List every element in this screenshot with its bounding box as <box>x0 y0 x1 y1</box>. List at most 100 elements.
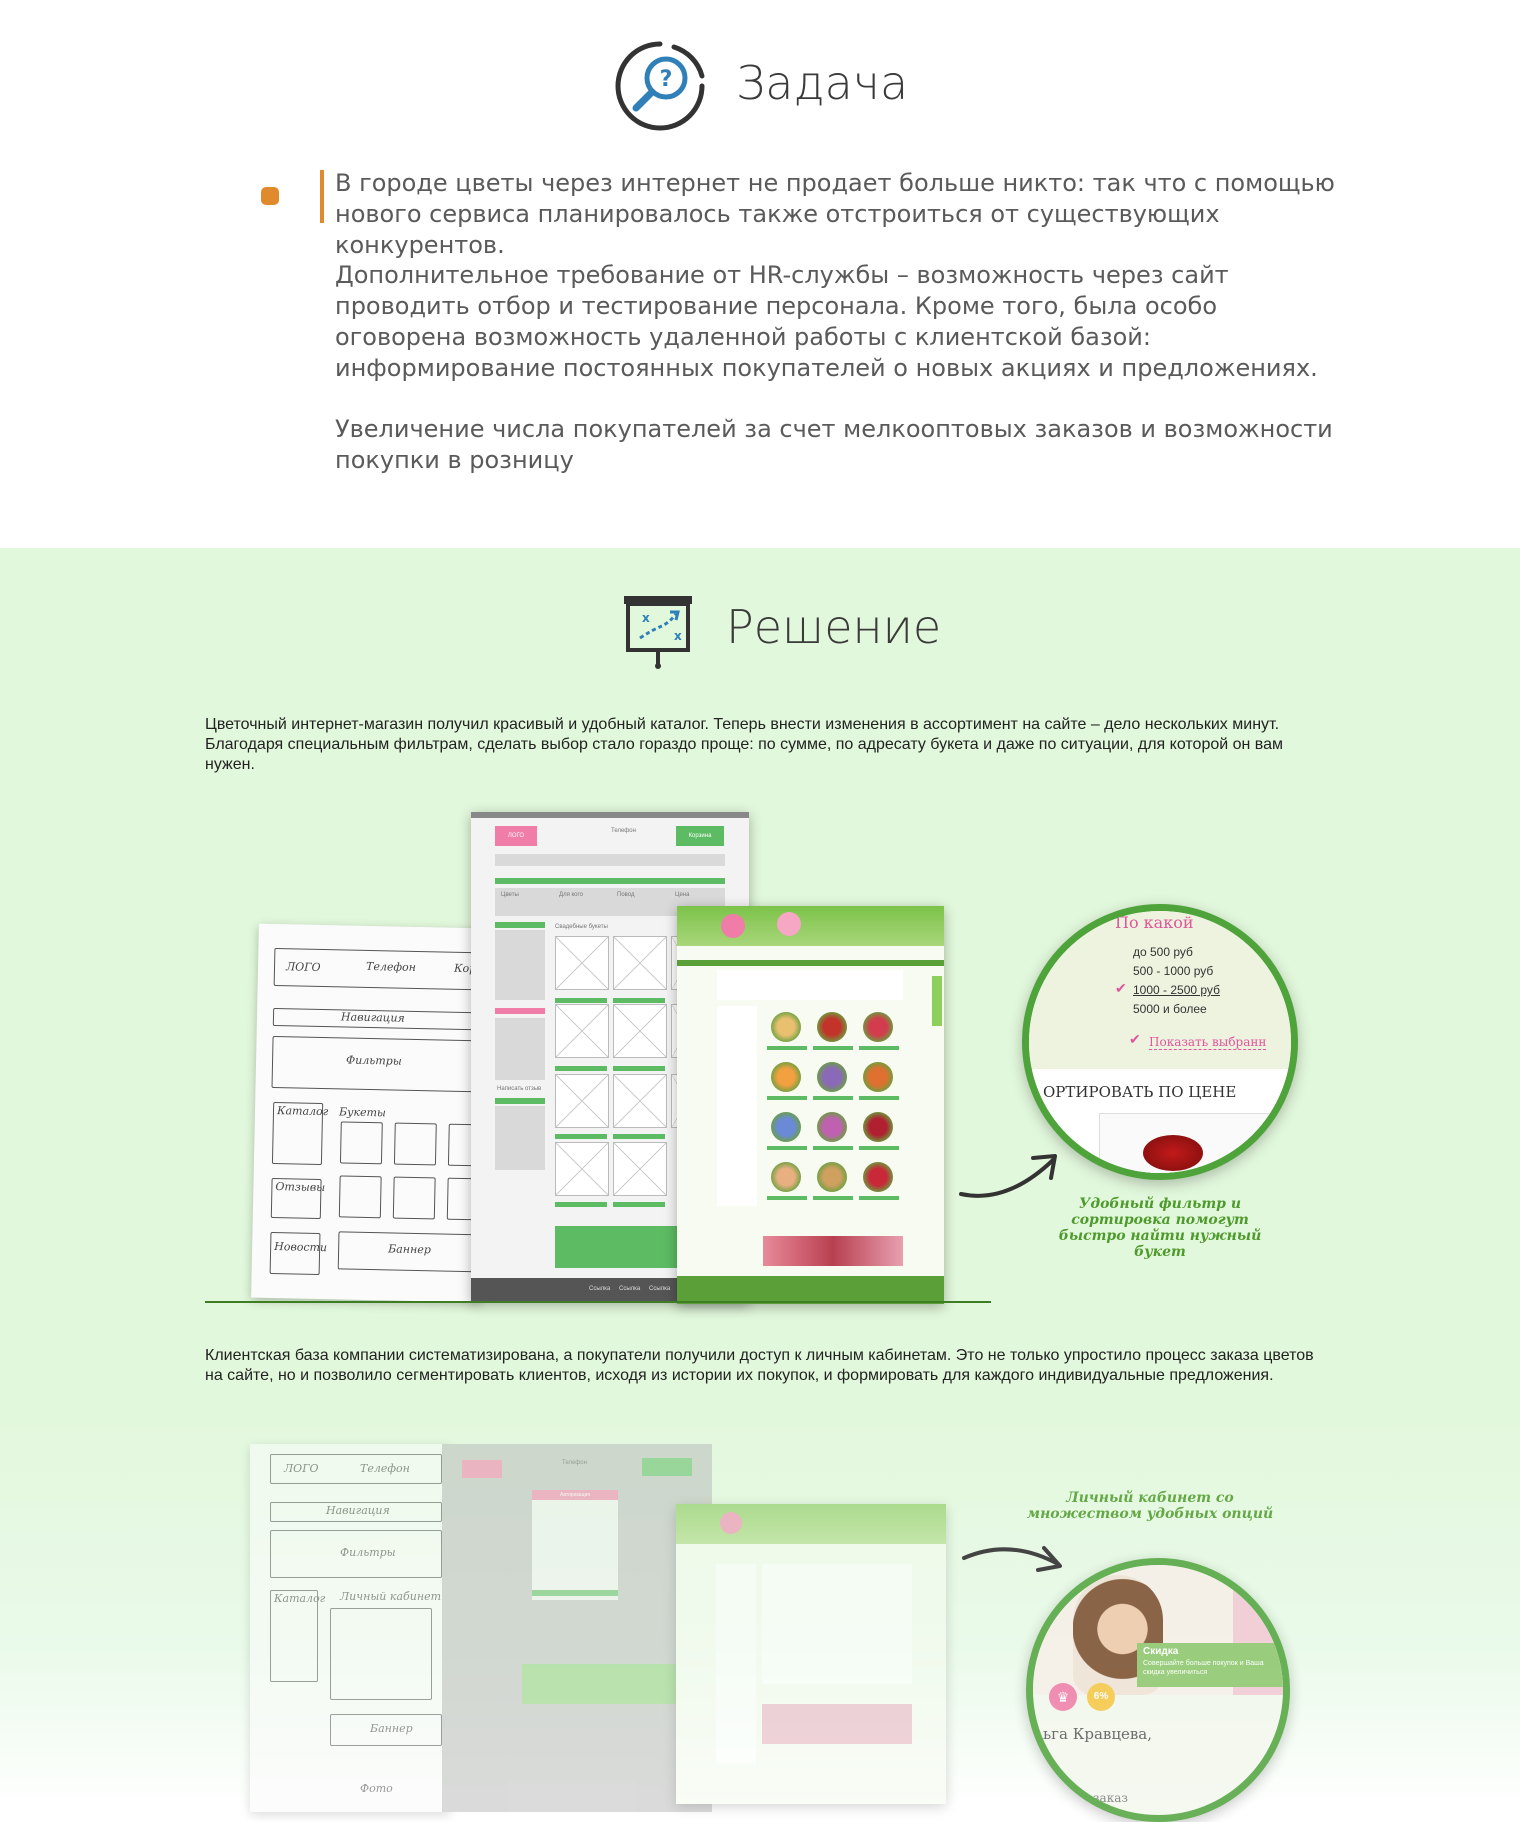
quote-bar <box>320 170 324 223</box>
wire-section-title: Свадебные букеты <box>555 924 608 930</box>
add-to-cart-bar[interactable] <box>859 1096 899 1100</box>
sketch-label-bouquets: Букеты <box>338 1105 387 1120</box>
add-to-cart-bar[interactable] <box>767 1196 807 1200</box>
wireframe-page-2: Телефон Авторизация <box>442 1444 712 1812</box>
price-option[interactable]: 5000 и более <box>1133 1002 1207 1016</box>
design-mockup-2 <box>676 1504 946 1804</box>
auth-popup-title: Авторизация <box>532 1490 618 1500</box>
task-section: ? Задача В городе цветы через интернет н… <box>0 0 1520 548</box>
check-icon: ✔ <box>1115 980 1127 996</box>
wire-filter-label: Цветы <box>501 892 519 898</box>
sketch2-label-nav: Навигация <box>326 1504 390 1517</box>
show-selected-link[interactable]: Показать выбранн <box>1149 1035 1267 1050</box>
wire-image-placeholder <box>555 1074 609 1128</box>
bouquet-thumbnail[interactable] <box>771 1012 801 1042</box>
wire-image-placeholder <box>555 1142 609 1196</box>
sketch-label-filters: Фильтры <box>345 1053 402 1068</box>
solution-title: Решение <box>726 600 942 654</box>
bouquet-thumbnail[interactable] <box>863 1162 893 1192</box>
wire-cart: Корзина <box>676 826 724 846</box>
order-label: заказ <box>1093 1791 1128 1805</box>
sketch2-label-photo: Фото <box>360 1782 393 1795</box>
svg-text:x: x <box>642 611 650 625</box>
bouquet-thumbnail[interactable] <box>863 1012 893 1042</box>
mockup-group-2: ЛОГО Телефон Навигация Фильтры Каталог Л… <box>250 1444 970 1812</box>
sketch-item-box <box>338 1175 382 1219</box>
bouquet-thumbnail[interactable] <box>771 1112 801 1142</box>
sketch-item-box <box>392 1176 436 1220</box>
auth-popup: Авторизация <box>532 1490 618 1600</box>
task-paragraph-2: Дополнительное требование от HR-службы –… <box>335 261 1318 382</box>
sketch-wireframe-1: ЛОГО Телефон Корз Навигация Фильтры Ката… <box>251 923 487 1303</box>
wire-image-placeholder <box>613 1142 667 1196</box>
sketch-label-banner: Баннер <box>388 1242 431 1257</box>
add-to-cart-bar[interactable] <box>813 1196 853 1200</box>
zoom-filter-heading: По какой <box>1115 913 1194 932</box>
price-option[interactable]: 500 - 1000 руб <box>1133 964 1213 978</box>
add-to-cart-bar[interactable] <box>767 1096 807 1100</box>
sketch-label-phone: Телефон <box>365 959 417 974</box>
bouquet-thumbnail[interactable] <box>817 1112 847 1142</box>
sort-by-price-label[interactable]: ОРТИРОВАТЬ ПО ЦЕНЕ <box>1043 1083 1236 1101</box>
add-to-cart-bar[interactable] <box>813 1096 853 1100</box>
wire-logo: ЛОГО <box>495 826 537 846</box>
sketch2-label-filters: Фильтры <box>340 1546 396 1559</box>
discount-percent-badge: 6% <box>1087 1683 1115 1711</box>
task-paragraph-1: В городе цветы через интернет не продает… <box>335 169 1335 259</box>
sketch-label-logo: ЛОГО <box>285 960 321 974</box>
svg-text:?: ? <box>660 67 673 92</box>
wire-footer-link: Ссылка <box>619 1286 641 1292</box>
design-footer <box>677 1276 944 1304</box>
price-option[interactable]: до 500 руб <box>1133 945 1193 959</box>
check-icon: ✔ <box>1129 1031 1141 1047</box>
add-to-cart-bar[interactable] <box>859 1196 899 1200</box>
add-to-cart-bar[interactable] <box>859 1146 899 1150</box>
wire-filter-label: Для кого <box>559 892 583 898</box>
bouquet-thumbnail[interactable] <box>771 1162 801 1192</box>
bouquet-thumbnail[interactable] <box>817 1012 847 1042</box>
design-banner <box>763 1236 903 1266</box>
sketch-label-news: Новости <box>274 1240 328 1255</box>
design-mockup-1 <box>677 906 944 1304</box>
design-header <box>677 906 944 946</box>
price-option-selected[interactable]: 1000 - 2500 руб <box>1133 983 1220 997</box>
bullet-marker <box>261 187 279 205</box>
solution-paragraph-1: Цветочный интернет-магазин получил краси… <box>205 716 1284 773</box>
bouquet-thumbnail[interactable] <box>771 1062 801 1092</box>
bouquet-thumbnail[interactable] <box>863 1112 893 1142</box>
sketch-label-reviews: Отзывы <box>275 1180 326 1195</box>
discount-title: Скидка <box>1143 1646 1179 1657</box>
bouquet-thumbnail[interactable] <box>863 1062 893 1092</box>
wire-phone: Телефон <box>611 828 636 834</box>
wire-filter-label: Повод <box>617 892 635 898</box>
sketch2-label-banner: Баннер <box>370 1722 413 1735</box>
wire-footer-link: Ссылка <box>589 1286 611 1292</box>
sketch-label-nav: Навигация <box>340 1010 405 1025</box>
bouquet-thumbnail[interactable] <box>817 1162 847 1192</box>
design-sidebar <box>717 1006 757 1206</box>
sketch2-label-logo: ЛОГО <box>284 1462 319 1475</box>
svg-text:x: x <box>674 629 682 643</box>
solution-paragraph-2: Клиентская база компании систематизирова… <box>205 1347 1314 1384</box>
sketch2-label-account: Личный кабинет <box>340 1590 442 1603</box>
task-title: Задача <box>736 56 909 110</box>
wire-image-placeholder <box>613 1004 667 1058</box>
bouquet-thumbnail[interactable] <box>817 1062 847 1092</box>
add-to-cart-bar[interactable] <box>767 1146 807 1150</box>
sketch-item-box <box>393 1122 437 1166</box>
add-to-cart-bar[interactable] <box>813 1046 853 1050</box>
add-to-cart-bar[interactable] <box>767 1046 807 1050</box>
add-to-cart-bar[interactable] <box>813 1146 853 1150</box>
sketch-label-catalog: Каталог <box>276 1104 329 1119</box>
design-filter-panel <box>717 970 903 1000</box>
rose-bouquet-image <box>1143 1135 1203 1171</box>
sketch2-label-catalog: Каталог <box>274 1592 326 1605</box>
wire-filter-label: Цена <box>675 892 690 898</box>
sketch-item-box <box>339 1121 383 1165</box>
strategy-board-icon: x x <box>624 596 692 669</box>
wire2-phone: Телефон <box>562 1460 587 1466</box>
note-filter: Удобный фильтр и сортировка помогут быст… <box>1058 1196 1262 1260</box>
add-to-cart-bar[interactable] <box>859 1046 899 1050</box>
solution-section: x x Решение Цветочный интернет-магазин п… <box>0 548 1520 1822</box>
wire-image-placeholder <box>555 1004 609 1058</box>
